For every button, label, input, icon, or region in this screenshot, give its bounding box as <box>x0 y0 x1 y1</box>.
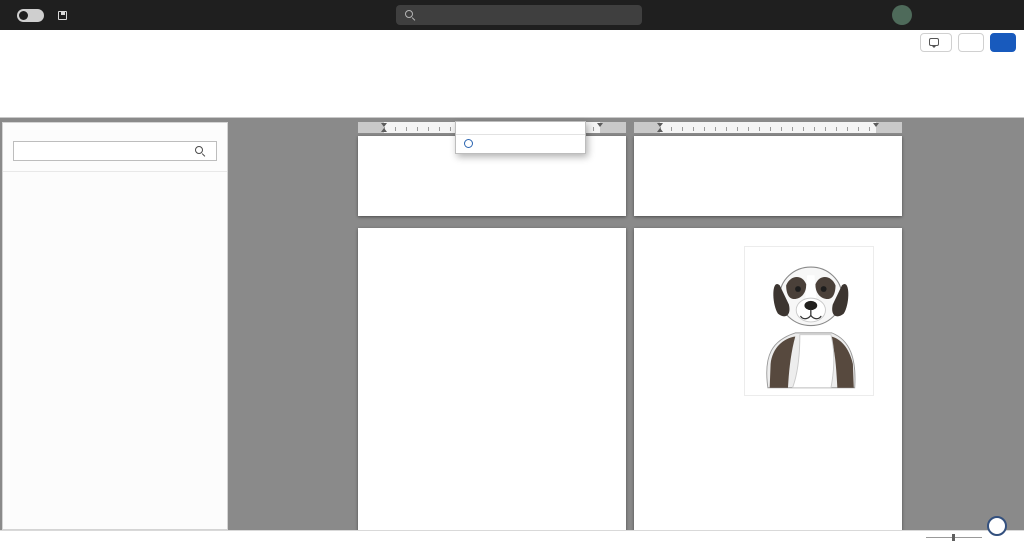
indent-marker[interactable] <box>657 123 663 127</box>
autosave-toggle[interactable] <box>17 8 44 22</box>
titlebar <box>0 0 1024 30</box>
indent-marker[interactable] <box>873 123 879 127</box>
page-previous-bottom[interactable] <box>634 136 902 216</box>
avatar[interactable] <box>892 5 912 25</box>
zoom-slider-thumb[interactable] <box>952 534 955 541</box>
ruler-page-right[interactable] <box>634 122 902 133</box>
nav-body <box>3 172 227 196</box>
save-button[interactable] <box>58 10 67 20</box>
indent-marker[interactable] <box>381 123 387 127</box>
help-icon <box>464 139 473 148</box>
ribbon <box>0 54 1024 118</box>
search-icon <box>405 10 415 20</box>
close-button[interactable] <box>990 0 1024 30</box>
search-bar[interactable] <box>396 5 642 25</box>
minimize-button[interactable] <box>922 0 956 30</box>
nav-tabs <box>3 161 227 172</box>
divider <box>456 134 585 135</box>
annotation-badge-3 <box>987 516 1007 536</box>
search-icon <box>195 146 205 156</box>
statusbar <box>0 530 1024 544</box>
dog-image[interactable] <box>744 246 874 396</box>
editing-button[interactable] <box>958 32 984 52</box>
page-3[interactable] <box>358 228 626 530</box>
navigation-pane <box>2 122 228 530</box>
page-4[interactable] <box>634 228 902 530</box>
nav-search-input[interactable] <box>20 145 190 157</box>
nav-search-box[interactable] <box>13 141 217 161</box>
ruler-ticks <box>660 127 876 131</box>
share-button[interactable] <box>990 32 1016 52</box>
comments-button[interactable] <box>920 32 952 52</box>
comment-icon <box>929 38 939 48</box>
save-icon <box>58 10 67 20</box>
tell-me-more-link[interactable] <box>464 139 577 148</box>
zoom-slider[interactable] <box>926 534 982 541</box>
word-window <box>0 0 1024 544</box>
restore-button[interactable] <box>956 0 990 30</box>
indent-marker[interactable] <box>657 128 663 132</box>
ribbon-tab-bar <box>0 30 1024 54</box>
bookmark-tooltip <box>455 121 586 154</box>
indent-marker[interactable] <box>381 128 387 132</box>
search-input[interactable] <box>422 9 633 21</box>
indent-marker[interactable] <box>597 123 603 127</box>
